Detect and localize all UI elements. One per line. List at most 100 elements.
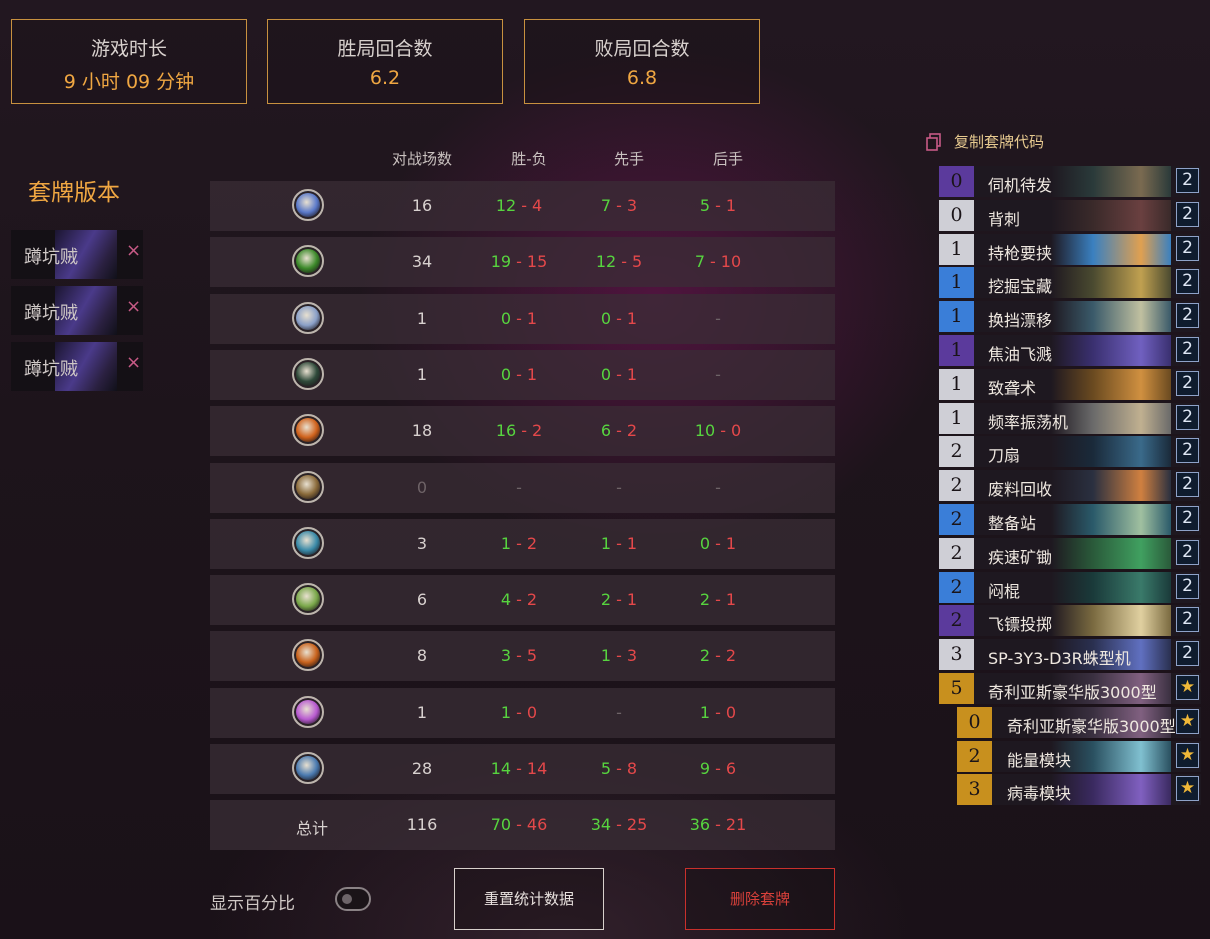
separator: - (715, 196, 721, 215)
separator: - (616, 646, 622, 666)
deck-card[interactable]: 2 闷棍 2 (939, 571, 1201, 603)
table-row[interactable]: 83-51-32-2 (210, 631, 835, 682)
card-count: 2 (1176, 201, 1199, 227)
show-percent-toggle[interactable] (335, 887, 371, 911)
card-name: 飞镖投掷 (988, 615, 1053, 635)
legendary-star-icon: ★ (1176, 776, 1199, 802)
card-count: 2 (1176, 337, 1199, 362)
rogue-class-icon (292, 526, 324, 559)
deck-card[interactable]: 1 频率振荡机 2 (939, 402, 1201, 434)
copy-deck-code-button[interactable]: 复制套牌代码 (954, 131, 1044, 152)
separator: - (516, 308, 522, 328)
separator: - (720, 421, 726, 441)
remove-version-icon[interactable]: × (126, 352, 141, 373)
loss-count: 5 (526, 646, 538, 666)
deck-card[interactable]: 3 SP-3Y3-D3R蛛型机 2 (939, 639, 1201, 671)
stat-second: 1-0 (663, 703, 773, 722)
table-row[interactable]: 11-0-1-0 (210, 687, 835, 738)
deck-card[interactable]: 1 致聋术 2 (939, 368, 1201, 400)
loss-count: 2 (725, 646, 737, 666)
card-cost: 3 (939, 639, 974, 671)
loss-count: 25 (626, 815, 648, 834)
delete-deck-button[interactable]: 删除套牌 (685, 868, 835, 930)
deck-card[interactable]: 2 废料回收 2 (939, 470, 1201, 502)
loss-count: 15 (526, 252, 548, 272)
deck-card[interactable]: 0 背刺 2 (939, 199, 1201, 231)
total-second: 36-21 (663, 815, 773, 834)
stat-wl: 3-5 (464, 646, 574, 665)
stat-first: - (564, 478, 674, 497)
stat-second: 2-2 (663, 646, 773, 665)
games-count: 16 (411, 196, 433, 215)
stat-first: 2-1 (564, 590, 674, 609)
separator: - (616, 308, 622, 328)
card-count: 2 (1176, 506, 1199, 531)
deck-card[interactable]: 2 能量模块 ★ (957, 740, 1201, 772)
deck-card[interactable]: 5 奇利亚斯豪华版3000型 ★ (939, 673, 1201, 704)
deck-card[interactable]: 1 焦油飞溅 2 (939, 335, 1201, 366)
deck-card[interactable]: 2 刀扇 2 (939, 436, 1201, 468)
hunter-class-icon (292, 357, 324, 390)
deck-card[interactable]: 1 换挡漂移 2 (939, 301, 1201, 333)
games-count: 1 (416, 364, 428, 384)
win-count: 4 (500, 590, 512, 610)
card-art (1051, 605, 1171, 637)
card-cost: 1 (939, 368, 974, 400)
deck-card[interactable]: 0 奇利亚斯豪华版3000型 ★ (957, 706, 1201, 738)
loss-count: 2 (526, 533, 538, 553)
deck-card[interactable]: 2 飞镖投掷 2 (939, 605, 1201, 637)
remove-version-icon[interactable]: × (126, 296, 141, 317)
deck-version-item[interactable]: 蹲坑贼 × (11, 286, 143, 335)
reset-stats-button[interactable]: 重置统计数据 (454, 868, 604, 930)
loss-count: 3 (626, 646, 638, 666)
table-row[interactable]: 28 14-14 5-8 9-6 (210, 744, 835, 794)
loss-count: 10 (720, 252, 742, 272)
loss-count: 1 (725, 533, 737, 553)
win-count: 5 (600, 759, 612, 778)
table-row[interactable]: 34 19-15 12-5 7-10 (210, 237, 835, 288)
games-count: 1 (416, 702, 428, 722)
table-row[interactable]: 10-10-1- (210, 349, 835, 400)
separator: - (616, 590, 622, 610)
remove-version-icon[interactable]: × (126, 240, 141, 261)
deck-version-item[interactable]: 蹲坑贼 × (11, 230, 143, 279)
card-cost: 2 (939, 504, 974, 535)
table-row[interactable]: 0 - - - (210, 462, 835, 513)
table-row[interactable]: 31-21-10-1 (210, 518, 835, 569)
deck-card[interactable]: 2 整备站 2 (939, 504, 1201, 535)
deck-card[interactable]: 1 持枪要挟 2 (939, 233, 1201, 265)
card-cost: 2 (939, 436, 974, 468)
loss-count: 0 (526, 702, 538, 722)
win-count: 1 (500, 702, 512, 722)
table-row[interactable]: 18 16-2 6-2 10-0 (210, 406, 835, 457)
win-count: 7 (600, 196, 612, 215)
win-count: 70 (490, 815, 512, 834)
stat-wl: 12-4 (464, 196, 574, 215)
table-row[interactable]: 64-22-12-1 (210, 575, 835, 626)
win-count: 16 (495, 421, 517, 441)
toggle-knob (342, 894, 352, 904)
win-turns-panel: 胜局回合数 6.2 (267, 19, 503, 104)
deck-card[interactable]: 3 病毒模块 ★ (957, 774, 1201, 806)
card-name: 整备站 (988, 514, 1037, 533)
table-row[interactable]: 10-10-1- (210, 293, 835, 344)
deck-version-name: 蹲坑贼 (24, 303, 78, 324)
card-count: 2 (1176, 168, 1199, 193)
table-row[interactable]: 16 12-4 7-3 5-1 (210, 181, 835, 231)
deck-card[interactable]: 2 疾速矿锄 2 (939, 537, 1201, 569)
stat-first: 1-3 (564, 646, 674, 665)
card-cost: 2 (957, 740, 992, 772)
deck-version-item[interactable]: 蹲坑贼 × (11, 342, 143, 391)
copy-icon[interactable] (926, 133, 942, 151)
deck-card[interactable]: 1 挖掘宝藏 2 (939, 267, 1201, 299)
playtime-label: 游戏时长 (90, 38, 167, 60)
card-name: 背刺 (988, 209, 1021, 229)
card-art (1051, 335, 1171, 366)
druid-class-icon (292, 301, 324, 334)
loss-count: 4 (531, 196, 543, 215)
deck-card[interactable]: 0 伺机待发 2 (939, 166, 1201, 197)
loss-count: 0 (725, 702, 737, 722)
stat-second: 5-1 (663, 196, 773, 215)
separator: - (516, 252, 522, 272)
warlock-class-icon (292, 245, 324, 278)
